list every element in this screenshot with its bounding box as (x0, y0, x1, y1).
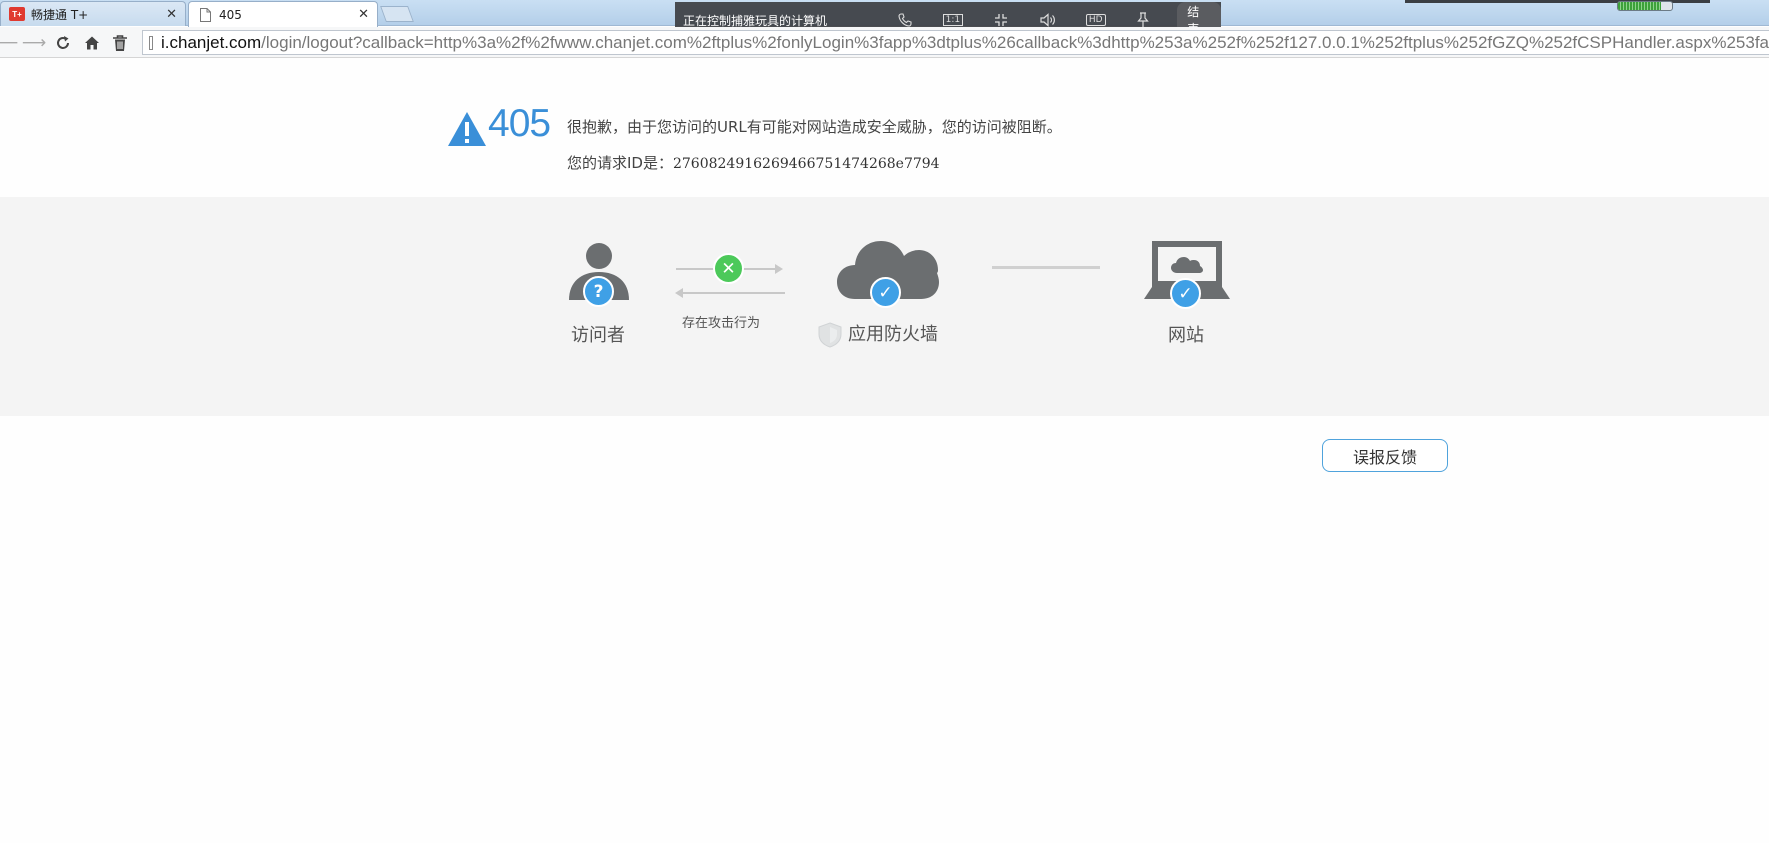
question-badge-icon: ? (583, 276, 614, 307)
remote-control-title: 正在控制捕雅玩具的计算机 (683, 13, 828, 28)
forward-arrow-icon[interactable]: ⟶ (22, 31, 46, 55)
website-label: 网站 (1168, 325, 1204, 346)
false-positive-feedback-button[interactable]: 误报反馈 (1322, 439, 1448, 472)
arrow-head-left (675, 288, 683, 298)
browser-toolbar: ⟵ ⟶ i.chanjet.com/login/logout?callback=… (0, 27, 1769, 58)
blocking-diagram: ? 访问者 ✕ 存在攻击行为 ✓ 应用防火墙 ✓ 网站 (0, 197, 1769, 416)
home-icon[interactable] (80, 31, 104, 55)
tab-label: 405 (219, 7, 242, 22)
request-id-value: 2760824916269466751474268e7794 (672, 156, 940, 172)
website-check-icon: ✓ (1170, 278, 1201, 309)
firewall-label: 应用防火墙 (848, 324, 938, 345)
shield-icon (818, 322, 842, 348)
address-bar[interactable]: i.chanjet.com/login/logout?callback=http… (142, 30, 1769, 55)
warning-icon (448, 112, 486, 146)
request-id-label: 您的请求ID是： (567, 154, 673, 172)
page-favicon-icon (197, 7, 213, 22)
new-tab-button[interactable] (380, 6, 414, 22)
trash-icon[interactable] (108, 31, 132, 55)
error-header: 405 很抱歉，由于您访问的URL有可能对网站造成安全威胁，您的访问被阻断。 您… (447, 102, 1147, 198)
blocked-x-icon: ✕ (713, 253, 744, 284)
tab-label: 畅捷通 T+ (31, 7, 89, 22)
arrow-to-visitor (682, 292, 785, 294)
reload-icon[interactable] (51, 31, 75, 55)
back-arrow-icon[interactable]: ⟵ (0, 31, 18, 55)
tplus-favicon-icon: T+ (9, 7, 25, 21)
arrow-head-right (775, 264, 783, 274)
visitor-label: 访问者 (571, 325, 625, 346)
url-host: i.chanjet.com (160, 32, 262, 52)
tab-close-icon[interactable]: ✕ (358, 7, 369, 22)
error-page: 405 很抱歉，由于您访问的URL有可能对网站造成安全威胁，您的访问被阻断。 您… (0, 59, 1769, 843)
firewall-check-icon: ✓ (870, 277, 901, 308)
page-icon (149, 35, 153, 50)
firewall-website-connector (992, 266, 1100, 269)
battery-indicator-icon (1617, 1, 1673, 11)
error-code: 405 (488, 102, 551, 145)
attack-label: 存在攻击行为 (682, 316, 761, 331)
tab-405[interactable]: 405 ✕ (188, 1, 378, 27)
tab-close-icon[interactable]: ✕ (166, 7, 177, 22)
error-message: 很抱歉，由于您访问的URL有可能对网站造成安全威胁，您的访问被阻断。 (567, 118, 1062, 136)
request-id-line: 您的请求ID是：2760824916269466751474268e7794 (567, 152, 940, 173)
url-path: /login/logout?callback=http%3a%2f%2fwww.… (261, 32, 1769, 52)
tab-chanjet[interactable]: T+ 畅捷通 T+ ✕ (0, 1, 186, 26)
